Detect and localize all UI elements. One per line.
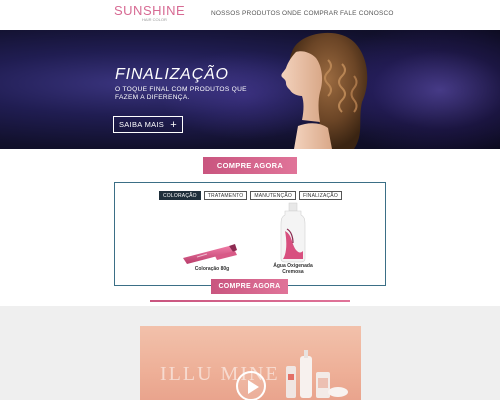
site-header: SUNSHINE HAIR COLOR NOSSOS PRODUTOS ONDE…	[0, 0, 500, 30]
compre-agora-button-bottom[interactable]: COMPRE AGORA	[211, 279, 288, 294]
product-lineup-image	[286, 350, 348, 398]
tab-tratamento[interactable]: TRATAMENTO	[203, 191, 248, 200]
product-card-agua-oxigenada[interactable]: Água Oxigenada Cremosa	[263, 201, 323, 275]
product-showcase: COLORAÇÃO TRATAMENTO MANUTENÇÃO FINALIZA…	[114, 182, 386, 286]
play-icon	[248, 380, 259, 394]
saiba-mais-button[interactable]: SAIBA MAIS +	[113, 116, 183, 133]
bottle-image	[280, 202, 306, 263]
hero-banner: FINALIZAÇÃO O TOQUE FINAL COM PRODUTOS Q…	[0, 30, 500, 149]
product-name: Coloração 80g	[194, 266, 230, 272]
product-card-coloracao[interactable]: Coloração 80g	[177, 238, 247, 272]
hair-color-tube-image	[183, 244, 237, 264]
category-tabs: COLORAÇÃO TRATAMENTO MANUTENÇÃO FINALIZA…	[159, 191, 342, 200]
logo-text: SUNSHINE	[114, 3, 186, 18]
play-button[interactable]	[236, 371, 266, 400]
logo[interactable]: SUNSHINE HAIR COLOR	[114, 4, 185, 22]
product-name: Água Oxigenada Cremosa	[273, 263, 313, 275]
compre-agora-button-top[interactable]: COMPRE AGORA	[203, 157, 297, 174]
accent-divider	[150, 300, 350, 302]
model-image	[281, 32, 368, 149]
tab-coloracao[interactable]: COLORAÇÃO	[159, 191, 201, 200]
hero-title: FINALIZAÇÃO	[115, 66, 229, 83]
nav-onde-comprar[interactable]: ONDE COMPRAR	[282, 10, 338, 17]
saiba-mais-label: SAIBA MAIS	[119, 120, 165, 129]
plus-icon: +	[170, 119, 177, 131]
video-player[interactable]: ILLU MINE	[140, 326, 361, 400]
tab-finalizacao[interactable]: FINALIZAÇÃO	[298, 191, 342, 200]
nav-fale-conosco[interactable]: FALE CONOSCO	[340, 10, 394, 17]
hero-subtitle: O TOQUE FINAL COM PRODUTOS QUE FAZEM A D…	[115, 86, 247, 101]
nav-nossos-produtos[interactable]: NOSSOS PRODUTOS	[211, 10, 280, 17]
tab-manutencao[interactable]: MANUTENÇÃO	[250, 191, 296, 200]
